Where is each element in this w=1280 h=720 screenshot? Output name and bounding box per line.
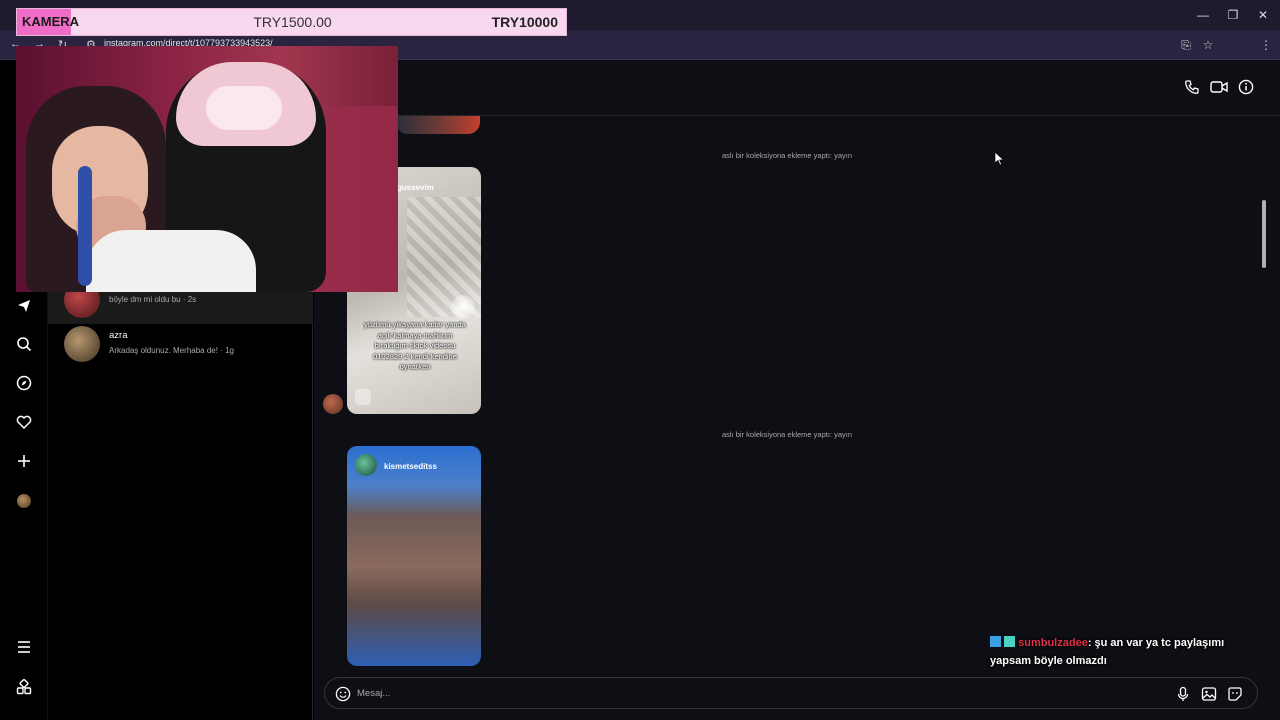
donation-goal-bar: TRY1500.00 KAMERA TRY10000 <box>16 8 567 36</box>
avatar <box>64 326 100 362</box>
chat-header <box>314 60 1280 116</box>
shared-post-card[interactable]: kismetseditss <box>347 446 481 666</box>
donation-goal-amount: TRY10000 <box>491 14 558 30</box>
post-caption: yüzümü yıkayana kadar yanda açık kalmaya… <box>364 320 466 371</box>
chat-badge-icon <box>990 636 1001 647</box>
heart-icon[interactable] <box>14 412 34 432</box>
emoji-icon[interactable] <box>333 684 353 704</box>
sticker-icon[interactable] <box>1225 684 1245 704</box>
chat-username: sumbulzadee <box>1018 637 1088 649</box>
webcam-overlay <box>16 46 398 292</box>
profile-avatar[interactable] <box>17 494 31 508</box>
chat-panel: aslı bir koleksiyona ekleme yaptı: yayın… <box>314 60 1280 720</box>
conversation-preview: böyle dm mi oldu bu · 2s <box>109 295 197 304</box>
apps-icon[interactable] <box>14 677 34 697</box>
system-message: aslı bir koleksiyona ekleme yaptı: yayın <box>721 430 853 439</box>
post-light-glare <box>451 295 475 319</box>
minimize-button[interactable]: — <box>1194 6 1212 24</box>
webcam-plush-face <box>206 86 282 130</box>
previous-post-thumbnail[interactable] <box>396 116 480 134</box>
menu-icon[interactable] <box>14 637 34 657</box>
post-author-avatar <box>355 454 377 476</box>
donation-label: KAMERA <box>17 9 79 35</box>
donation-current-amount: TRY1500.00 <box>253 14 332 30</box>
phone-icon[interactable] <box>1183 78 1201 96</box>
reel-icon <box>355 389 371 405</box>
create-icon[interactable] <box>14 451 34 471</box>
explore-icon[interactable] <box>14 373 34 393</box>
stream-chat-message: sumbulzadee: şu an var ya tc paylaşımı y… <box>990 634 1258 670</box>
maximize-button[interactable]: ❐ <box>1224 6 1242 24</box>
messenger-icon[interactable] <box>14 296 34 316</box>
bookmark-star-icon[interactable]: ☆ <box>1199 36 1217 54</box>
message-input[interactable] <box>357 684 1137 702</box>
mouse-cursor-icon <box>995 152 1005 166</box>
webcam-blue-hair-strand <box>78 166 92 286</box>
conversation-preview: Arkadaş oldunuz. Merhaba de! · 1g <box>109 346 234 355</box>
scrollbar-thumb[interactable] <box>1262 200 1266 268</box>
install-app-icon[interactable]: ⎘ <box>1177 36 1195 54</box>
post-username: gussevim <box>397 183 434 192</box>
conversation-item[interactable]: azra Arkadaş oldunuz. Merhaba de! · 1g <box>48 320 313 368</box>
chat-scrollbar[interactable] <box>1260 116 1270 666</box>
webcam-shirt <box>86 230 256 292</box>
microphone-icon[interactable] <box>1173 684 1193 704</box>
browser-menu-icon[interactable]: ⋮ <box>1257 36 1275 54</box>
conversation-name: azra <box>109 330 128 341</box>
chat-badge-icon <box>1004 636 1016 647</box>
webcam-wall <box>316 106 398 292</box>
message-composer <box>324 677 1258 709</box>
info-icon[interactable] <box>1237 78 1255 96</box>
search-icon[interactable] <box>14 334 34 354</box>
system-message: aslı bir koleksiyona ekleme yaptı: yayın <box>721 151 853 160</box>
video-icon[interactable] <box>1210 78 1228 96</box>
close-window-button[interactable]: ✕ <box>1254 6 1272 24</box>
sender-avatar <box>323 394 343 414</box>
image-icon[interactable] <box>1199 684 1219 704</box>
post-username: kismetseditss <box>384 462 437 471</box>
